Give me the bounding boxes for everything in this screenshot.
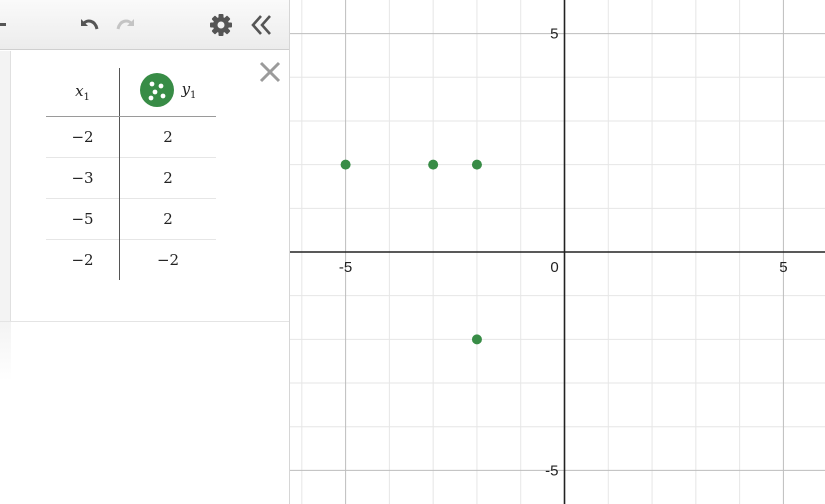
graph-svg[interactable]: -5 0 5 5 -5 (290, 0, 825, 504)
table-header-x[interactable]: x1 (46, 68, 120, 117)
data-point[interactable] (471, 334, 482, 345)
table-header-y[interactable]: y1 (119, 68, 216, 117)
y-tick-label: 5 (550, 26, 558, 43)
gear-icon[interactable] (207, 11, 235, 39)
table-cell-y[interactable]: 2 (119, 157, 216, 199)
data-table: x1 y1 −2 2 −3 2 −5 2 −2 −2 (46, 68, 216, 280)
table-cell-x[interactable]: −2 (46, 239, 120, 280)
data-point[interactable] (428, 159, 439, 170)
table-cell-y[interactable]: 2 (120, 117, 217, 158)
table-cell-x[interactable]: −2 (46, 116, 120, 158)
menu-handle[interactable] (0, 23, 6, 26)
y-tick-label: -5 (545, 462, 558, 479)
table-cell-y[interactable]: 2 (119, 198, 216, 240)
undo-icon[interactable] (73, 11, 101, 39)
graph-paper[interactable]: -5 0 5 5 -5 (290, 0, 825, 504)
table-cell-x[interactable]: −5 (46, 198, 120, 240)
data-point[interactable] (340, 159, 351, 170)
table-row: −2 −2 (46, 239, 216, 280)
x-tick-label: -5 (339, 259, 352, 276)
table-row: −2 2 (46, 116, 217, 158)
redo-icon[interactable] (114, 11, 142, 39)
point-style-icon[interactable] (139, 73, 174, 107)
expression-gutter[interactable] (0, 51, 11, 321)
collapse-panel-icon[interactable] (248, 11, 276, 39)
toolbar (0, 0, 290, 50)
table-row: −3 2 (46, 157, 216, 199)
gutter-fade (0, 321, 11, 381)
table-row: −5 2 (46, 198, 216, 240)
expression-divider (0, 321, 289, 322)
table-cell-x[interactable]: −3 (46, 157, 120, 199)
close-icon[interactable] (257, 59, 283, 85)
table-cell-y[interactable]: −2 (119, 239, 216, 280)
data-point[interactable] (471, 159, 482, 170)
x-tick-label: 5 (779, 259, 787, 276)
x-tick-label: 0 (550, 259, 558, 276)
expression-panel: x1 y1 −2 2 −3 2 −5 2 −2 −2 (0, 0, 290, 504)
